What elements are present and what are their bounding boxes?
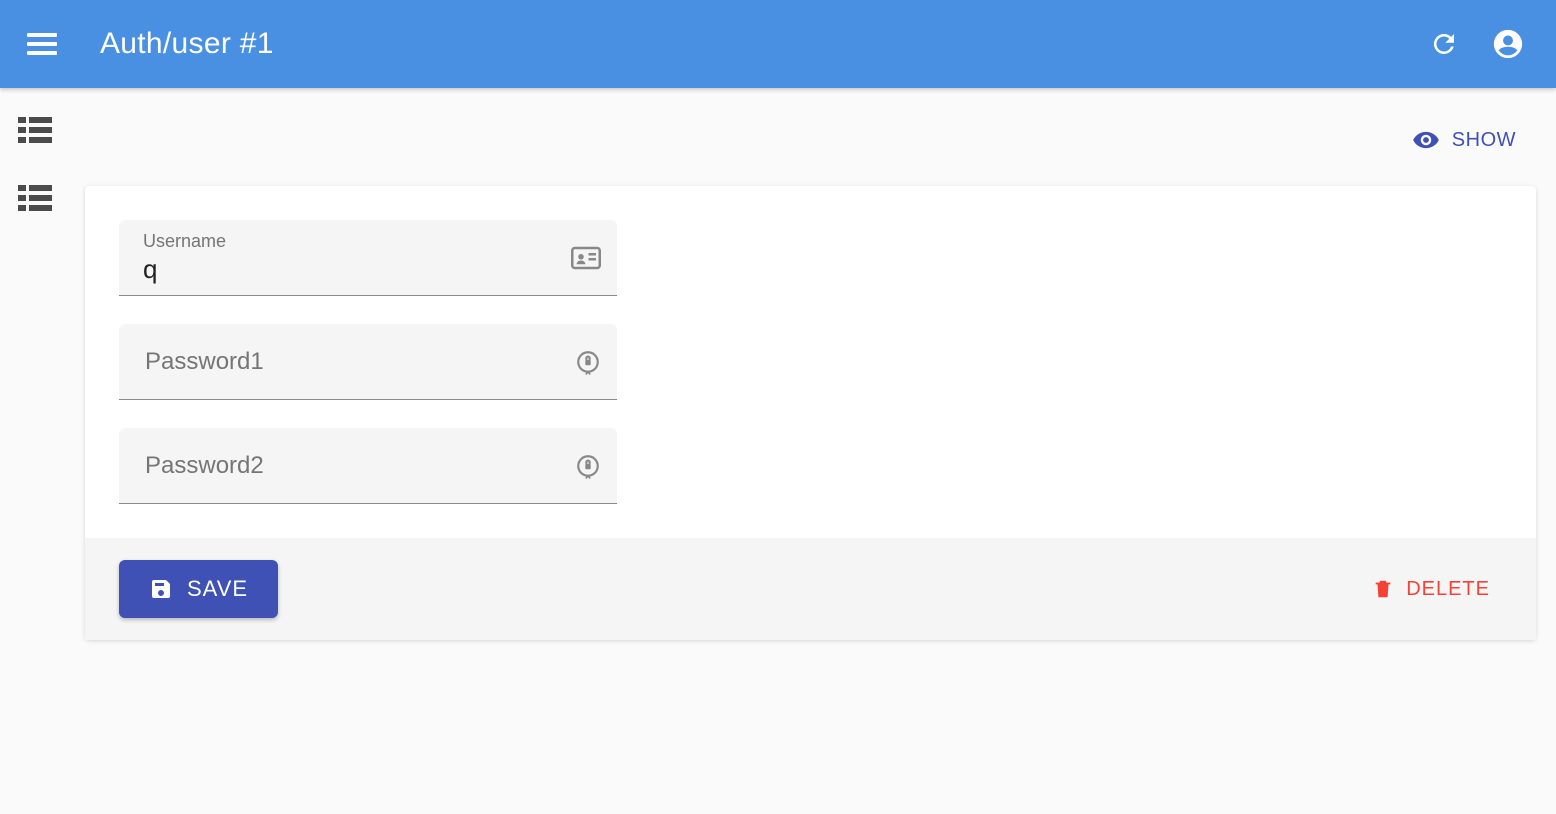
trash-icon <box>1372 576 1394 602</box>
password1-input[interactable] <box>143 347 565 377</box>
password2-input[interactable] <box>143 451 565 481</box>
account-button[interactable] <box>1484 20 1532 68</box>
appbar: Auth/user #1 <box>0 0 1556 88</box>
password-generator-icon[interactable] <box>575 453 601 479</box>
sidebar-item-2[interactable] <box>17 184 53 212</box>
password2-field[interactable] <box>119 428 617 504</box>
card-actions: SAVE DELETE <box>85 538 1536 640</box>
sidebar-item-1[interactable] <box>17 116 53 144</box>
delete-button-label: DELETE <box>1406 578 1490 601</box>
show-button[interactable]: SHOW <box>1400 118 1528 162</box>
list-icon <box>18 117 52 143</box>
refresh-button[interactable] <box>1420 20 1468 68</box>
list-icon <box>18 185 52 211</box>
id-card-icon <box>571 246 601 270</box>
username-label: Username <box>143 231 561 252</box>
menu-button[interactable] <box>24 26 60 62</box>
delete-button[interactable]: DELETE <box>1360 568 1502 610</box>
save-button-label: SAVE <box>187 576 248 602</box>
form-card: Username q <box>85 186 1536 640</box>
username-value: q <box>143 254 561 285</box>
page-title: Auth/user #1 <box>100 27 274 61</box>
form-card-body: Username q <box>85 186 1536 538</box>
save-icon <box>149 577 173 601</box>
eye-icon <box>1412 126 1440 154</box>
password1-field[interactable] <box>119 324 617 400</box>
sidebar <box>0 88 70 212</box>
username-field[interactable]: Username q <box>119 220 617 296</box>
hamburger-icon <box>27 33 57 55</box>
top-actions: SHOW <box>85 118 1536 186</box>
show-button-label: SHOW <box>1452 129 1516 152</box>
password-generator-icon[interactable] <box>575 349 601 375</box>
save-button[interactable]: SAVE <box>119 560 278 618</box>
account-icon <box>1491 27 1525 61</box>
main-content: SHOW Username q <box>85 88 1536 640</box>
refresh-icon <box>1429 29 1459 59</box>
